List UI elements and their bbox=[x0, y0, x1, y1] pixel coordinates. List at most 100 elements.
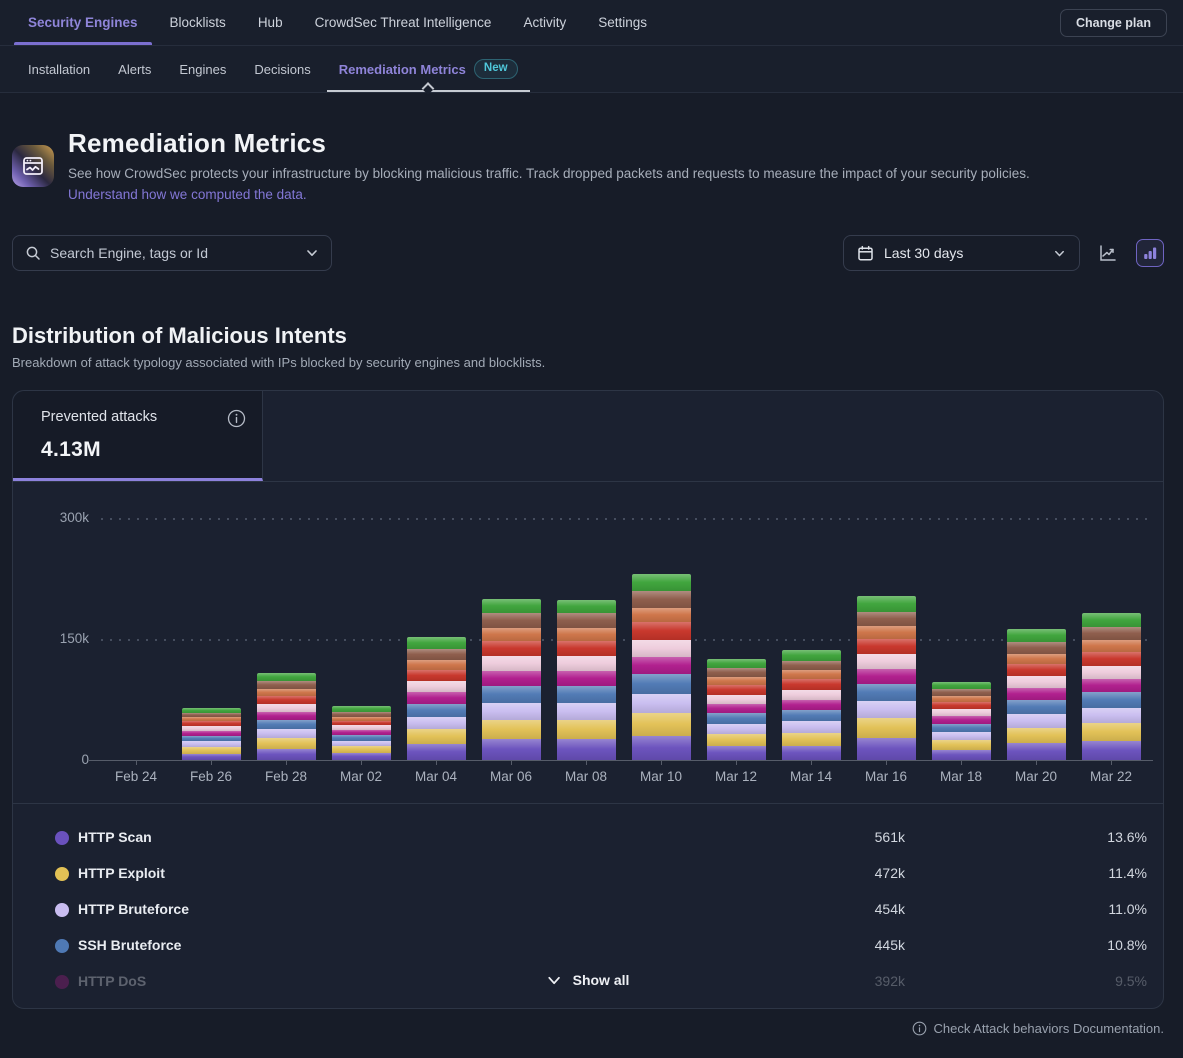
search-input[interactable] bbox=[50, 245, 296, 261]
bar-segment-http-dos bbox=[1007, 688, 1066, 700]
sub-nav-item-installation[interactable]: Installation bbox=[28, 62, 90, 77]
y-tick-150k: 150k bbox=[41, 631, 89, 646]
sub-nav-item-decisions[interactable]: Decisions bbox=[254, 62, 310, 77]
bar-segment-unlabeled-6 bbox=[707, 695, 766, 704]
bar-segment-http-scan bbox=[332, 753, 391, 760]
stacked-bar-mar-16[interactable] bbox=[857, 596, 916, 760]
show-all-button[interactable]: Show all bbox=[547, 972, 630, 988]
top-nav-item-security-engines[interactable]: Security Engines bbox=[28, 0, 138, 45]
stacked-bar-mar-22[interactable] bbox=[1082, 613, 1141, 760]
bar-segment-http-exploit bbox=[482, 720, 541, 739]
legend-label: HTTP Exploit bbox=[78, 865, 165, 881]
change-plan-button[interactable]: Change plan bbox=[1060, 9, 1167, 37]
bar-segment-unlabeled-9 bbox=[257, 681, 316, 689]
top-nav-item-blocklists[interactable]: Blocklists bbox=[170, 0, 226, 45]
bar-segment-http-scan bbox=[857, 738, 916, 760]
sub-nav-item-remediation-metrics[interactable]: Remediation MetricsNew bbox=[339, 46, 518, 92]
bar-segment-http-exploit bbox=[407, 729, 466, 744]
show-all-label: Show all bbox=[573, 972, 630, 988]
bar-segment-unlabeled-8 bbox=[1082, 640, 1141, 652]
top-nav-item-crowdsec-threat-intelligence[interactable]: CrowdSec Threat Intelligence bbox=[315, 0, 492, 45]
bar-segment-http-scan bbox=[482, 739, 541, 760]
tab-prevented-attacks[interactable]: Prevented attacks 4.13M bbox=[13, 391, 263, 481]
sub-nav-item-engines[interactable]: Engines bbox=[179, 62, 226, 77]
top-nav-item-hub[interactable]: Hub bbox=[258, 0, 283, 45]
bar-segment-ssh-bruteforce bbox=[782, 710, 841, 721]
stacked-bar-mar-06[interactable] bbox=[482, 599, 541, 760]
bar-chart-toggle[interactable] bbox=[1136, 239, 1164, 267]
sub-nav-item-alerts[interactable]: Alerts bbox=[118, 62, 151, 77]
page-description: See how CrowdSec protects your infrastru… bbox=[68, 166, 1171, 181]
section-heading: Distribution of Malicious Intents Breakd… bbox=[12, 323, 545, 370]
stacked-bar-mar-08[interactable] bbox=[557, 600, 616, 760]
legend-percent: 11.4% bbox=[997, 865, 1147, 881]
bar-segment-ssh-bruteforce bbox=[482, 686, 541, 703]
stacked-bar-mar-10[interactable] bbox=[632, 574, 691, 760]
bar-segment-unlabeled-7 bbox=[782, 679, 841, 690]
bar-segment-http-bruteforce bbox=[1007, 714, 1066, 728]
bar-chart-icon bbox=[1141, 244, 1159, 262]
legend-color-dot bbox=[55, 903, 69, 917]
bar-segment-http-scan bbox=[1082, 741, 1141, 760]
legend-label: HTTP Scan bbox=[78, 829, 152, 845]
documentation-note[interactable]: Check Attack behaviors Documentation. bbox=[912, 1021, 1164, 1036]
x-tick bbox=[661, 761, 662, 765]
stacked-bar-feb-26[interactable] bbox=[182, 708, 241, 760]
sub-navigation: Installation Alerts Engines Decisions Remedi… bbox=[0, 46, 1183, 93]
x-tick-label-mar-18: Mar 18 bbox=[923, 769, 999, 784]
line-chart-toggle[interactable] bbox=[1094, 239, 1122, 267]
legend-row-http-exploit[interactable]: HTTP Exploit 472k 11.4% bbox=[13, 856, 1163, 892]
stacked-bar-mar-18[interactable] bbox=[932, 682, 991, 760]
engine-search-combobox[interactable] bbox=[12, 235, 332, 271]
x-tick bbox=[961, 761, 962, 765]
stacked-bar-mar-04[interactable] bbox=[407, 637, 466, 760]
stacked-bar-mar-02[interactable] bbox=[332, 706, 391, 760]
legend-percent: 13.6% bbox=[997, 829, 1147, 845]
bar-segment-http-bruteforce bbox=[782, 721, 841, 732]
top-nav-item-settings[interactable]: Settings bbox=[598, 0, 647, 45]
bar-segment-http-dos bbox=[857, 669, 916, 684]
legend-value: 472k bbox=[713, 865, 905, 881]
info-icon[interactable] bbox=[227, 409, 246, 428]
bar-segment-ssh-bruteforce bbox=[557, 686, 616, 703]
bar-segment-unlabeled-9 bbox=[932, 689, 991, 696]
bar-segment-unlabeled-7 bbox=[407, 670, 466, 681]
legend-row-ssh-bruteforce[interactable]: SSH Bruteforce445k10.8% bbox=[13, 928, 1163, 964]
sub-nav-item-label: Installation bbox=[28, 62, 90, 77]
bar-segment-unlabeled-10 bbox=[707, 659, 766, 668]
bar-segment-http-bruteforce bbox=[707, 724, 766, 735]
bar-segment-unlabeled-8 bbox=[782, 670, 841, 679]
bar-segment-http-exploit bbox=[1007, 728, 1066, 743]
legend-row-http-scan[interactable]: HTTP Scan 561k 13.6% bbox=[13, 820, 1163, 856]
bar-segment-http-exploit bbox=[782, 733, 841, 746]
legend-row-http-bruteforce[interactable]: HTTP Bruteforce454k11.0% bbox=[13, 892, 1163, 928]
bar-segment-ssh-bruteforce bbox=[857, 684, 916, 701]
legend-value: 561k bbox=[713, 829, 905, 845]
stacked-bar-feb-28[interactable] bbox=[257, 673, 316, 760]
x-tick-label-feb-26: Feb 26 bbox=[173, 769, 249, 784]
bar-segment-unlabeled-7 bbox=[857, 639, 916, 654]
legend-value: 392k bbox=[713, 973, 905, 989]
chevron-down-icon[interactable] bbox=[305, 246, 319, 260]
documentation-note-text: Check Attack behaviors Documentation. bbox=[933, 1021, 1164, 1036]
bar-segment-unlabeled-8 bbox=[407, 660, 466, 670]
stacked-bar-mar-20[interactable] bbox=[1007, 629, 1066, 760]
bar-segment-unlabeled-7 bbox=[1007, 664, 1066, 676]
x-tick-label-mar-12: Mar 12 bbox=[698, 769, 774, 784]
stacked-bar-mar-12[interactable] bbox=[707, 659, 766, 760]
x-tick-label-mar-04: Mar 04 bbox=[398, 769, 474, 784]
bar-segment-unlabeled-10 bbox=[1007, 629, 1066, 641]
computed-data-link[interactable]: Understand how we computed the data. bbox=[68, 187, 307, 202]
bar-segment-http-bruteforce bbox=[1082, 708, 1141, 723]
x-tick-label-mar-16: Mar 16 bbox=[848, 769, 924, 784]
bar-segment-http-dos bbox=[557, 671, 616, 686]
top-nav-item-activity[interactable]: Activity bbox=[523, 0, 566, 45]
bar-segment-http-dos bbox=[932, 716, 991, 723]
metric-tab-label: Prevented attacks bbox=[41, 409, 157, 425]
legend-value: 445k bbox=[713, 937, 905, 953]
date-range-select[interactable]: Last 30 days bbox=[843, 235, 1080, 271]
section-subtitle: Breakdown of attack typology associated … bbox=[12, 355, 545, 370]
bar-segment-http-bruteforce bbox=[407, 717, 466, 730]
stacked-bar-mar-14[interactable] bbox=[782, 650, 841, 760]
bar-segment-unlabeled-6 bbox=[1082, 666, 1141, 679]
